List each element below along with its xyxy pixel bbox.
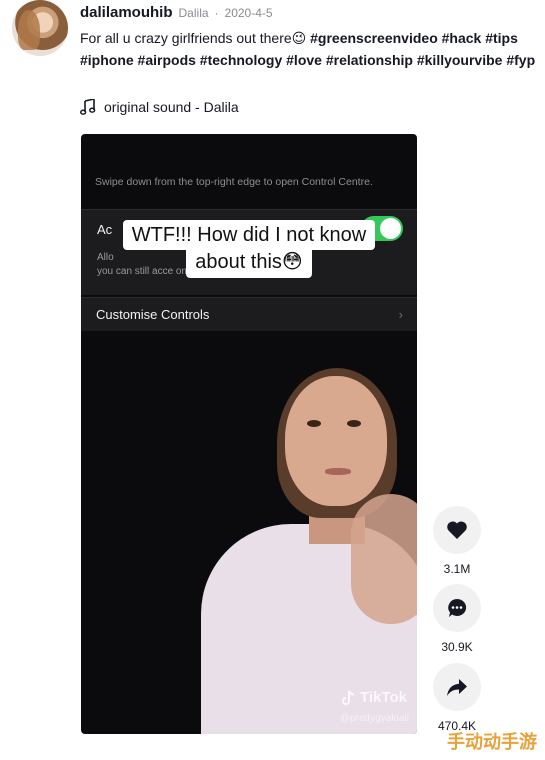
separator: · (214, 6, 219, 20)
share-action[interactable]: 470.4K (433, 663, 481, 733)
overlay-line-2: about this😳 (186, 248, 312, 278)
like-button[interactable] (433, 506, 481, 554)
comment-icon (448, 598, 467, 617)
site-watermark: 手动动手游 (447, 732, 537, 752)
video-player[interactable]: Swipe down from the top-right edge to op… (81, 134, 417, 734)
tiktok-logo-text: TikTok (360, 689, 407, 706)
share-arrow-icon (447, 679, 467, 696)
nickname: Dalila (178, 6, 209, 20)
avatar[interactable] (12, 0, 68, 56)
customise-controls-row: Customise Controls › (81, 297, 417, 331)
tiktok-logo-icon (342, 690, 355, 705)
person-figure (201, 364, 417, 734)
tiktok-username: @prettygyaldali (339, 713, 409, 724)
customise-label: Customise Controls (96, 307, 210, 322)
like-count: 3.1M (443, 562, 471, 576)
heart-icon (447, 521, 467, 539)
chevron-right-icon: › (398, 307, 403, 322)
like-action[interactable]: 3.1M (433, 506, 481, 576)
comment-count: 30.9K (441, 640, 473, 654)
post-date: 2020-4-5 (224, 6, 273, 20)
control-centre-hint: Swipe down from the top-right edge to op… (95, 176, 373, 188)
caption: For all u crazy girlfriends out there😉 #… (80, 27, 538, 71)
caption-text: For all u crazy girlfriends out there😉 (80, 30, 311, 46)
post-header: dalilamouhib Dalila · 2020-4-5 (80, 4, 273, 22)
sound-name: original sound - Dalila (104, 99, 239, 115)
comment-button[interactable] (433, 584, 481, 632)
overlay-line-1: WTF!!! How did I not know (122, 220, 376, 250)
share-button[interactable] (433, 663, 481, 711)
comment-action[interactable]: 30.9K (433, 584, 481, 654)
music-note-icon (80, 99, 96, 115)
video-text-overlay: WTF!!! How did I not know about this😳 (109, 220, 389, 278)
username[interactable]: dalilamouhib (80, 4, 173, 21)
tiktok-watermark: TikTok (342, 689, 407, 706)
sound-link[interactable]: original sound - Dalila (80, 99, 239, 115)
